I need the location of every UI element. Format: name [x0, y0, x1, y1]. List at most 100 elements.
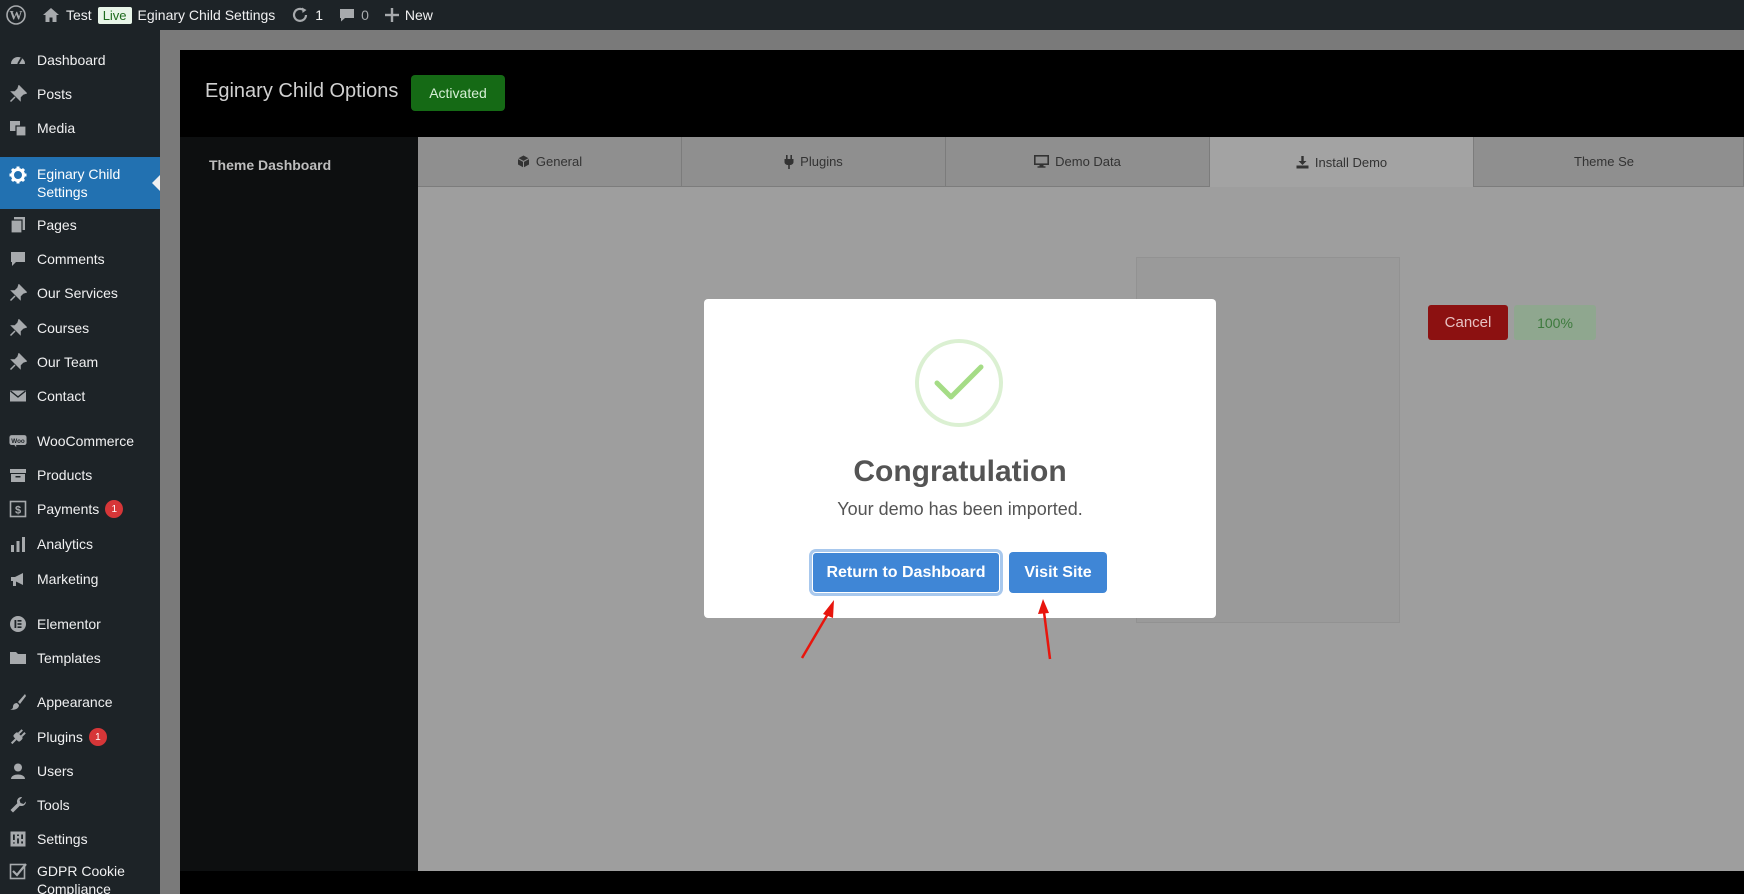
- cube-icon: [517, 155, 530, 168]
- page-name: Eginary Child Settings: [137, 7, 276, 23]
- woo-icon: Woo: [9, 432, 27, 450]
- sidebar-item-eginary-child-settings[interactable]: Eginary Child Settings: [0, 157, 160, 209]
- comments-count: 0: [361, 7, 369, 23]
- media-icon: [9, 119, 27, 137]
- sidebar-item-settings[interactable]: Settings: [0, 825, 160, 853]
- pin-icon: [9, 319, 27, 337]
- refresh-icon: [293, 7, 308, 22]
- site-name: Test: [66, 7, 92, 23]
- sidebar-item-appearance[interactable]: Appearance: [0, 688, 160, 716]
- sidebar-item-label: Our Team: [37, 354, 99, 370]
- modal-title: Congratulation: [853, 455, 1067, 488]
- tab-label: Theme Se: [1574, 154, 1634, 169]
- sidebar-item-woocommerce[interactable]: Woo WooCommerce: [0, 427, 160, 455]
- success-check-icon: [915, 339, 1003, 427]
- chart-icon: [9, 535, 27, 553]
- comment-icon: [9, 250, 27, 268]
- updates-link[interactable]: 1: [283, 0, 331, 30]
- sidebar-item-dashboard[interactable]: Dashboard: [0, 46, 160, 74]
- panel-title: Eginary Child Options: [205, 80, 399, 102]
- visit-site-button[interactable]: Visit Site: [1009, 552, 1107, 593]
- wordpress-logo-button[interactable]: W: [0, 0, 34, 30]
- cancel-button[interactable]: Cancel: [1428, 305, 1508, 340]
- sidebar-item-contact[interactable]: Contact: [0, 382, 160, 410]
- tab-general[interactable]: General: [418, 137, 682, 187]
- dashboard-icon: [9, 51, 27, 69]
- sidebar-item-label: Our Services: [37, 285, 118, 301]
- new-content-link[interactable]: New: [377, 0, 441, 30]
- comments-link[interactable]: 0: [331, 0, 377, 30]
- svg-text:$: $: [15, 505, 21, 517]
- megaphone-icon: [9, 570, 27, 588]
- return-to-dashboard-button[interactable]: Return to Dashboard: [812, 552, 1000, 593]
- mail-icon: [9, 387, 27, 405]
- tab-demo-data[interactable]: Demo Data: [946, 137, 1210, 187]
- settings-icon: [9, 830, 27, 848]
- plugins-count-badge: 1: [88, 728, 107, 746]
- site-name-link[interactable]: Test Live Eginary Child Settings: [34, 0, 283, 30]
- current-indicator-arrow: [152, 175, 160, 191]
- sidebar-item-media[interactable]: Media: [0, 114, 160, 142]
- admin-bar: W Test Live Eginary Child Settings 1 0 N…: [0, 0, 1744, 30]
- sidebar-item-our-team[interactable]: Our Team: [0, 348, 160, 376]
- panel-header: Eginary Child Options Activated: [180, 50, 1744, 137]
- admin-sidebar: Dashboard Posts Media Eginary Child Sett…: [0, 30, 160, 894]
- tab-plugins[interactable]: Plugins: [682, 137, 946, 187]
- tab-theme-settings[interactable]: Theme Se: [1474, 137, 1744, 187]
- sidebar-item-our-services[interactable]: Our Services: [0, 279, 160, 307]
- sidebar-item-label: Marketing: [37, 571, 99, 587]
- sidebar-item-gdpr-cookie-compliance[interactable]: GDPR Cookie Compliance: [0, 862, 160, 894]
- sidebar-item-label: Plugins: [37, 729, 83, 745]
- sidebar-item-label: Analytics: [37, 536, 94, 552]
- sidebar-item-label: Eginary Child Settings: [37, 166, 121, 200]
- sidebar-item-label: Posts: [37, 86, 73, 102]
- sidebar-item-label: Tools: [37, 797, 70, 813]
- pin-icon: [9, 284, 27, 302]
- sidebar-item-label: Settings: [37, 831, 88, 847]
- sidebar-item-templates[interactable]: Templates: [0, 644, 160, 672]
- plug-icon: [9, 728, 27, 746]
- brush-icon: [9, 693, 27, 711]
- sidebar-item-label: Contact: [37, 388, 86, 404]
- sidebar-item-payments[interactable]: $ Payments 1: [0, 495, 160, 523]
- home-icon: [43, 8, 59, 22]
- success-modal: Congratulation Your demo has been import…: [704, 299, 1216, 618]
- sidebar-item-analytics[interactable]: Analytics: [0, 530, 160, 558]
- tab-install-demo[interactable]: Install Demo: [1210, 137, 1474, 187]
- dollar-icon: $: [9, 500, 27, 518]
- download-icon: [1296, 155, 1309, 169]
- pages-icon: [9, 216, 27, 234]
- sidebar-item-pages[interactable]: Pages: [0, 211, 160, 239]
- pin-icon: [9, 85, 27, 103]
- svg-text:Woo: Woo: [11, 438, 25, 445]
- gear-icon: [9, 166, 27, 184]
- folder-icon: [9, 649, 27, 667]
- pin-icon: [9, 353, 27, 371]
- sidebar-item-label: Elementor: [37, 616, 101, 632]
- sidebar-item-label: Products: [37, 467, 93, 483]
- sidebar-item-label: Pages: [37, 217, 77, 233]
- modal-message: Your demo has been imported.: [837, 499, 1083, 519]
- sidebar-item-plugins[interactable]: Plugins 1: [0, 723, 160, 751]
- sidebar-item-tools[interactable]: Tools: [0, 791, 160, 819]
- wordpress-logo-icon: W: [6, 5, 26, 25]
- sidebar-item-products[interactable]: Products: [0, 461, 160, 489]
- sidebar-item-label: Payments: [37, 501, 100, 517]
- sidebar-item-marketing[interactable]: Marketing: [0, 565, 160, 593]
- plus-icon: [384, 8, 399, 22]
- sidebar-item-label: Appearance: [37, 694, 113, 710]
- nav-item-theme-dashboard[interactable]: Theme Dashboard: [209, 157, 331, 173]
- sidebar-item-label: Courses: [37, 320, 90, 336]
- new-label: New: [404, 7, 433, 23]
- sidebar-item-comments[interactable]: Comments: [0, 245, 160, 273]
- user-icon: [9, 762, 27, 780]
- sidebar-item-elementor[interactable]: Elementor: [0, 610, 160, 638]
- payments-count-badge: 1: [105, 500, 124, 518]
- panel-footer: [180, 871, 1744, 894]
- sidebar-item-users[interactable]: Users: [0, 757, 160, 785]
- sidebar-item-courses[interactable]: Courses: [0, 314, 160, 342]
- monitor-icon: [1034, 155, 1050, 168]
- theme-left-nav: Theme Dashboard: [180, 137, 418, 871]
- sidebar-item-posts[interactable]: Posts: [0, 80, 160, 108]
- wrench-icon: [9, 796, 27, 814]
